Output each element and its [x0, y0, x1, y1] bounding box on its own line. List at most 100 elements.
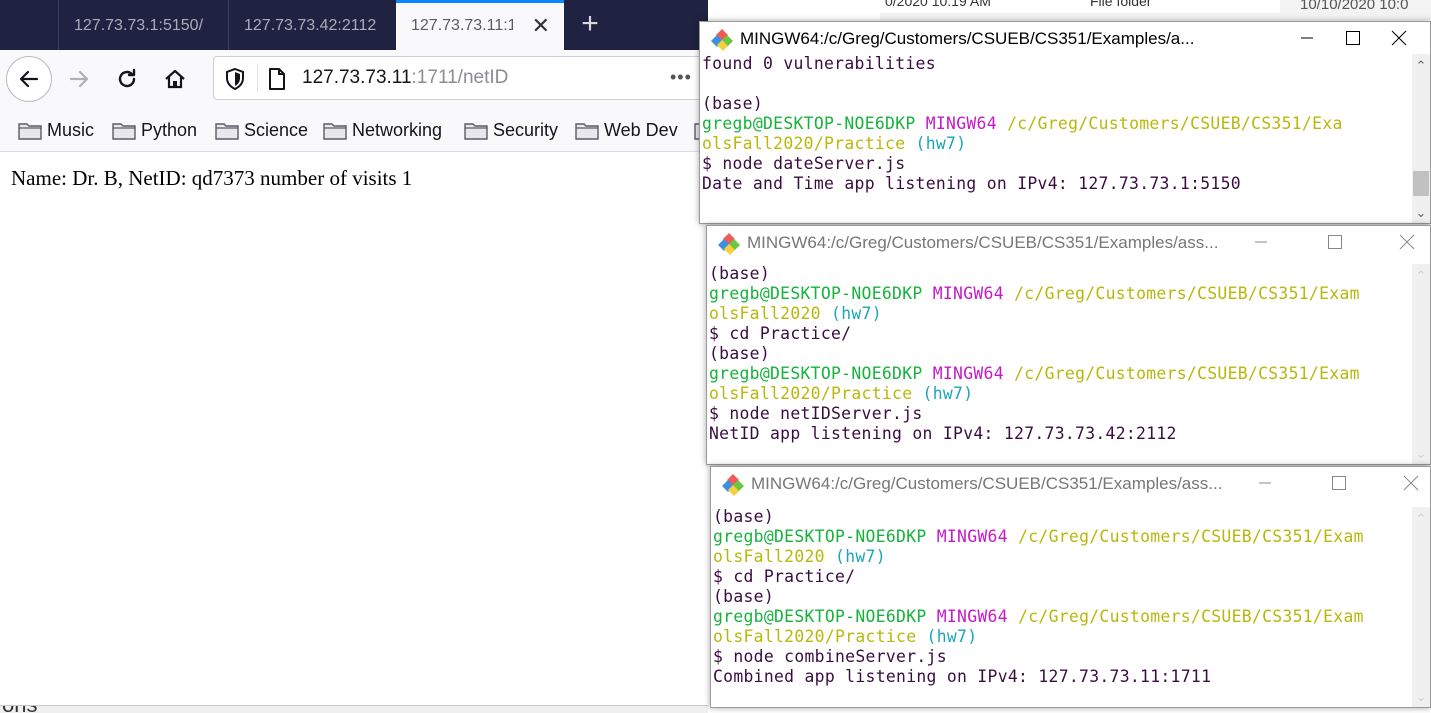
terminal-text-segment: (base): [709, 264, 771, 283]
bookmark-folder-security[interactable]: Security: [464, 109, 558, 152]
maximize-icon: [1328, 235, 1342, 249]
terminal-text-segment: gregb@DESKTOP-NOE6DKP: [713, 607, 937, 626]
tab-netid-server[interactable]: 127.73.73.42:2112: [228, 0, 396, 50]
address-bar[interactable]: 127.73.73.11:1711/netID •••: [213, 56, 713, 100]
bookmark-folder-music[interactable]: Music: [18, 109, 94, 152]
minimize-icon: [1301, 37, 1313, 39]
terminal-text-segment: /c/Greg/Customers/CSUEB/CS351/Exa: [1007, 114, 1343, 133]
back-button[interactable]: [6, 56, 52, 102]
terminal-text-segment: olsFall2020: [713, 547, 836, 566]
url-text[interactable]: 127.73.73.11:1711/netID: [302, 57, 508, 99]
tab-label: 127.73.73.11:1711/netID: [411, 17, 513, 34]
terminal-line: olsFall2020/Practice (hw7): [709, 384, 1412, 404]
terminal-line: (base): [713, 507, 1412, 527]
terminal-line: $ node netIDServer.js: [709, 404, 1412, 424]
scroll-down-icon[interactable]: ⌄: [1412, 446, 1430, 462]
terminal-titlebar[interactable]: MINGW64:/c/Greg/Customers/CSUEB/CS351/Ex…: [711, 467, 1430, 499]
terminal-line: olsFall2020 (hw7): [709, 304, 1412, 324]
minimize-button[interactable]: [1238, 226, 1284, 258]
terminal-text-segment: $ cd Practice/: [709, 324, 852, 343]
home-icon: [165, 69, 185, 89]
terminal-window-date-server[interactable]: MINGW64:/c/Greg/Customers/CSUEB/CS351/Ex…: [699, 21, 1431, 224]
minimize-button[interactable]: [1284, 22, 1330, 54]
terminal-text-segment: NetID app listening on IPv4: 127.73.73.4…: [709, 424, 1177, 443]
new-tab-button[interactable]: +: [575, 0, 605, 50]
terminal-text-segment: $ node combineServer.js: [713, 647, 947, 666]
scroll-up-icon[interactable]: ⌃: [1412, 58, 1430, 74]
terminal-line: olsFall2020/Practice (hw7): [702, 134, 1412, 154]
terminal-line: gregb@DESKTOP-NOE6DKP MINGW64 /c/Greg/Cu…: [709, 284, 1412, 304]
close-button[interactable]: [1388, 467, 1431, 499]
maximize-icon: [1346, 31, 1360, 45]
netid-visit-text: Name: Dr. B, NetID: qd7373 number of vis…: [11, 166, 413, 190]
terminal-line: found 0 vulnerabilities: [702, 54, 1412, 74]
terminal-line: (base): [713, 587, 1412, 607]
close-button[interactable]: [1384, 226, 1430, 258]
close-icon: [1391, 30, 1407, 46]
maximize-button[interactable]: [1312, 226, 1358, 258]
terminal-output[interactable]: (base) gregb@DESKTOP-NOE6DKP MINGW64 /c/G…: [711, 507, 1412, 707]
bookmark-folder-science[interactable]: Science: [215, 109, 308, 152]
close-tab-icon[interactable]: ✕: [532, 3, 550, 49]
tab-bar: 127.73.73.1:5150/ 127.73.73.42:2112 127.…: [0, 0, 708, 50]
bookmark-folder-web-dev[interactable]: Web Dev: [575, 109, 678, 152]
scroll-down-icon[interactable]: ⌄: [1412, 205, 1430, 221]
terminal-line: (base): [709, 344, 1412, 364]
terminal-text-segment: MINGW64: [932, 284, 1015, 303]
terminal-titlebar[interactable]: MINGW64:/c/Greg/Customers/CSUEB/CS351/Ex…: [707, 226, 1430, 258]
terminal-scrollbar[interactable]: ⌃ ⌄: [1412, 264, 1430, 464]
scroll-up-icon[interactable]: ⌃: [1412, 268, 1430, 284]
terminal-line: (base): [709, 264, 1412, 284]
terminal-line: $ cd Practice/: [709, 324, 1412, 344]
tab-combined-server[interactable]: 127.73.73.11:1711/netID ✕: [396, 0, 564, 50]
bookmark-label: Web Dev: [604, 120, 678, 140]
close-icon: [1399, 234, 1415, 250]
minimize-icon: [1259, 482, 1271, 484]
terminal-line: olsFall2020/Practice (hw7): [713, 627, 1412, 647]
tab-label: 127.73.73.42:2112: [244, 17, 377, 34]
terminal-line: $ node dateServer.js: [702, 154, 1412, 174]
terminal-text-segment: MINGW64: [932, 364, 1015, 383]
bookmark-folder-networking[interactable]: Networking: [323, 109, 442, 152]
terminal-text-segment: gregb@DESKTOP-NOE6DKP: [702, 114, 926, 133]
explorer-row[interactable]: 0/2020 10:19 AM File folder: [880, 0, 1280, 13]
scrollbar-thumb[interactable]: [1413, 171, 1429, 196]
terminal-line: gregb@DESKTOP-NOE6DKP MINGW64 /c/Greg/Cu…: [702, 114, 1412, 134]
url-path: :1711/netID: [411, 67, 509, 88]
tab-date-server[interactable]: 127.73.73.1:5150/: [58, 0, 228, 50]
terminal-text-segment: /c/Greg/Customers/CSUEB/CS351/Exam: [1014, 364, 1360, 383]
terminal-text-segment: (hw7): [926, 627, 978, 646]
terminal-text-segment: MINGW64: [925, 114, 1008, 133]
terminal-line: olsFall2020 (hw7): [713, 547, 1412, 567]
terminal-scrollbar[interactable]: ⌃ ⌄: [1412, 54, 1430, 223]
terminal-line: $ node combineServer.js: [713, 647, 1412, 667]
terminal-line: Date and Time app listening on IPv4: 127…: [702, 174, 1412, 194]
bookmark-folder-python[interactable]: Python: [112, 109, 197, 152]
terminal-text-segment: /c/Greg/Customers/CSUEB/CS351/Exam: [1018, 527, 1364, 546]
minimize-icon: [1255, 241, 1267, 243]
terminal-text-segment: (base): [709, 344, 771, 363]
terminal-output[interactable]: (base) gregb@DESKTOP-NOE6DKP MINGW64 /c/G…: [707, 264, 1412, 464]
page-actions-button[interactable]: •••: [670, 57, 692, 97]
terminal-scrollbar[interactable]: ⌃ ⌄: [1412, 507, 1430, 707]
tab-label: 127.73.73.1:5150/: [74, 17, 204, 34]
page-info-icon[interactable]: [267, 67, 287, 91]
maximize-button[interactable]: [1316, 467, 1362, 499]
browser-window: 127.73.73.1:5150/ 127.73.73.42:2112 127.…: [0, 0, 718, 713]
minimize-button[interactable]: [1242, 467, 1288, 499]
terminal-output[interactable]: found 0 vulnerabilities (base) gregb@DESKT…: [700, 54, 1412, 223]
forward-button[interactable]: [56, 56, 102, 102]
home-button[interactable]: [152, 56, 198, 102]
scroll-down-icon[interactable]: ⌄: [1412, 689, 1430, 705]
reload-button[interactable]: [104, 56, 150, 102]
terminal-window-combined-server[interactable]: MINGW64:/c/Greg/Customers/CSUEB/CS351/Ex…: [710, 466, 1431, 708]
terminal-text-segment: olsFall2020/Practice: [709, 384, 923, 403]
maximize-button[interactable]: [1330, 22, 1376, 54]
terminal-window-netid-server[interactable]: MINGW64:/c/Greg/Customers/CSUEB/CS351/Ex…: [706, 225, 1431, 465]
close-button[interactable]: [1376, 22, 1422, 54]
terminal-text-segment: (hw7): [831, 304, 882, 323]
tracking-protection-shield-icon[interactable]: [224, 67, 246, 91]
scroll-up-icon[interactable]: ⌃: [1412, 511, 1430, 527]
terminal-titlebar[interactable]: MINGW64:/c/Greg/Customers/CSUEB/CS351/Ex…: [700, 22, 1430, 54]
bookmarks-toolbar: Music Python Science Networking Security…: [0, 109, 718, 152]
